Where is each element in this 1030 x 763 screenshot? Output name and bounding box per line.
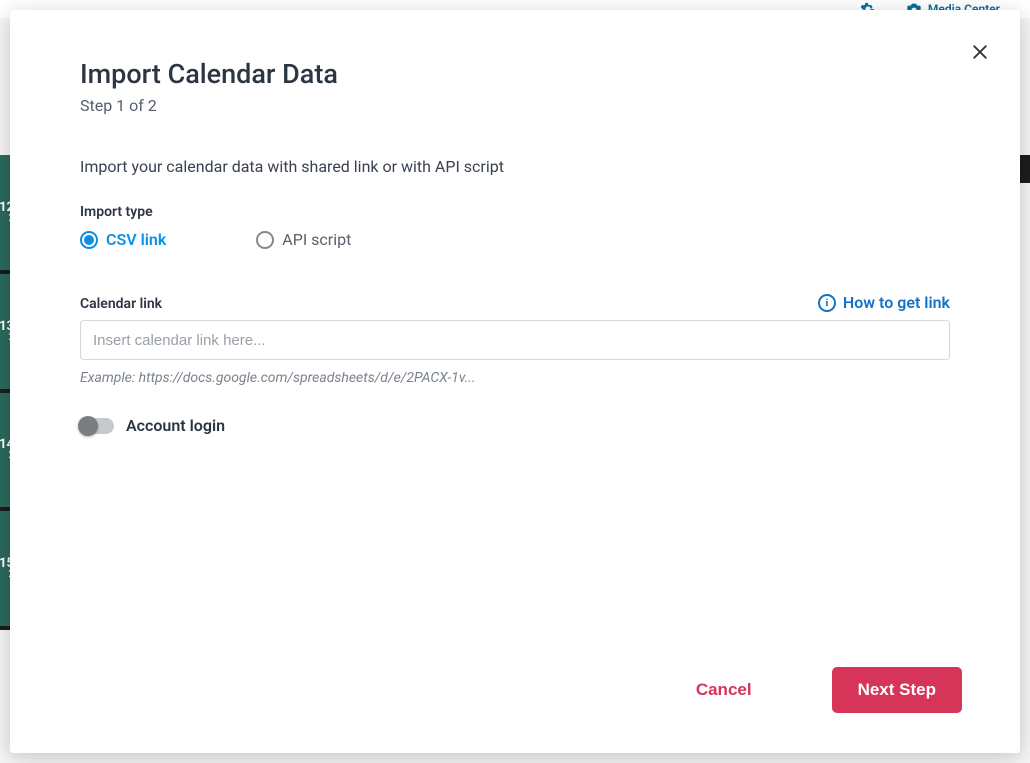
import-type-radio-group: CSV link API script [80,230,950,249]
radio-circle-icon [256,231,274,249]
import-calendar-modal: Import Calendar Data Step 1 of 2 Import … [10,10,1020,753]
info-icon: i [818,294,836,312]
step-indicator: Step 1 of 2 [80,96,950,115]
modal-footer: Cancel Next Step [10,641,1020,753]
help-link-text: How to get link [843,293,950,312]
cancel-button[interactable]: Cancel [696,680,752,700]
modal-title: Import Calendar Data [80,58,950,90]
radio-api-script[interactable]: API script [256,230,351,249]
next-step-button[interactable]: Next Step [832,667,962,713]
modal-description: Import your calendar data with shared li… [80,157,950,176]
calendar-link-label: Calendar link [80,296,162,312]
close-icon [970,42,990,62]
modal-body: Import Calendar Data Step 1 of 2 Import … [10,10,1020,641]
account-login-label: Account login [126,416,225,435]
import-type-label: Import type [80,204,950,220]
calendar-link-input[interactable] [80,320,950,360]
radio-label: CSV link [106,230,166,249]
radio-csv-link[interactable]: CSV link [80,230,166,249]
how-to-get-link[interactable]: i How to get link [818,293,950,312]
calendar-link-example: Example: https://docs.google.com/spreads… [80,370,950,386]
radio-circle-icon [80,231,98,249]
toggle-knob-icon [78,416,98,436]
close-button[interactable] [966,38,994,66]
account-login-toggle[interactable] [80,418,114,434]
radio-label: API script [282,230,351,249]
